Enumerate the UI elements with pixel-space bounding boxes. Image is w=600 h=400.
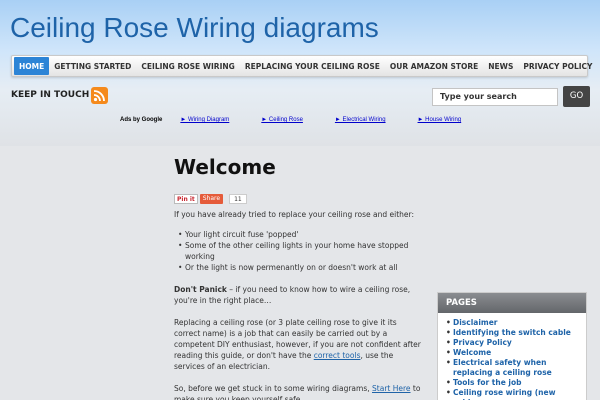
- site-header: Ceiling Rose Wiring diagrams HOME GETTIN…: [0, 0, 600, 146]
- pinit-button[interactable]: Pin it: [174, 193, 198, 204]
- intro-paragraph: If you have already tried to replace you…: [174, 210, 414, 219]
- page-link-welcome[interactable]: Welcome: [446, 348, 580, 358]
- ad-link-electrical-wiring[interactable]: ► Electrical Wiring: [335, 117, 386, 123]
- pages-widget: PAGES Disclaimer Identifying the switch …: [437, 292, 587, 400]
- ad-link-wiring-diagram[interactable]: ► Wiring Diagram: [180, 117, 229, 123]
- page-title: Welcome: [174, 155, 276, 179]
- main-content: Welcome Pin it Share 11 If you have alre…: [174, 152, 424, 400]
- search-input[interactable]: Type your search: [432, 88, 558, 106]
- page-link-electrical-safety[interactable]: Electrical safety when replacing a ceili…: [446, 358, 580, 378]
- nav-item-home[interactable]: HOME: [14, 57, 50, 75]
- page-link-tools-for-the-job[interactable]: Tools for the job: [446, 378, 580, 388]
- page-link-ceiling-rose-wiring-new-cable[interactable]: Ceiling rose wiring (new cable: [446, 388, 580, 400]
- before-paragraph: So, before we get stuck in to some wirin…: [174, 383, 424, 400]
- nav-item-amazon-store[interactable]: OUR AMAZON STORE: [385, 57, 483, 75]
- ad-link-ceiling-rose[interactable]: ► Ceiling Rose: [261, 117, 303, 123]
- replacing-paragraph: Replacing a ceiling rose (or 3 plate cei…: [174, 317, 424, 372]
- nav-item-ceiling-rose-wiring[interactable]: CEILING ROSE WIRING: [136, 57, 239, 75]
- dont-panic-bold: Don't Panick: [174, 285, 227, 294]
- pages-widget-title: PAGES: [438, 293, 586, 313]
- rss-icon[interactable]: [91, 87, 108, 104]
- share-button[interactable]: Share: [199, 193, 224, 204]
- keep-in-touch-label: KEEP IN TOUCH: [11, 90, 90, 100]
- nav-item-getting-started[interactable]: GETTING STARTED: [49, 57, 136, 75]
- nav-item-privacy-policy[interactable]: PRIVACY POLICY: [518, 57, 597, 75]
- nav-item-replacing-ceiling-rose[interactable]: REPLACING YOUR CEILING ROSE: [240, 57, 385, 75]
- problem-list: Your light circuit fuse 'popped' Some of…: [174, 229, 424, 273]
- list-item: Some of the other ceiling lights in your…: [174, 240, 424, 262]
- start-here-link[interactable]: Start Here: [372, 384, 411, 393]
- list-item: Your light circuit fuse 'popped': [174, 229, 424, 240]
- pages-list: Disclaimer Identifying the switch cable …: [438, 313, 586, 400]
- ad-link-house-wiring[interactable]: ► House Wiring: [418, 117, 462, 123]
- nav-item-news[interactable]: NEWS: [483, 57, 518, 75]
- share-row: Pin it Share 11: [174, 193, 424, 204]
- list-item: Or the light is now permenantly on or do…: [174, 262, 424, 273]
- dont-panic-paragraph: Don't Panick – if you need to know how t…: [174, 284, 424, 306]
- page-link-privacy-policy[interactable]: Privacy Policy: [446, 338, 580, 348]
- before-text: So, before we get stuck in to some wirin…: [174, 384, 373, 393]
- main-navigation: HOME GETTING STARTED CEILING ROSE WIRING…: [11, 55, 592, 77]
- site-title[interactable]: Ceiling Rose Wiring diagrams: [10, 12, 379, 44]
- page-link-disclaimer[interactable]: Disclaimer: [446, 318, 580, 328]
- correct-tools-link[interactable]: correct tools: [314, 351, 361, 360]
- page-link-identifying-switch-cable[interactable]: Identifying the switch cable: [446, 328, 580, 338]
- ads-row: Ads by Google ► Wiring Diagram ► Ceiling…: [120, 117, 493, 123]
- ads-by-google-label[interactable]: Ads by Google: [120, 117, 162, 123]
- share-count: 11: [229, 193, 247, 204]
- search-go-button[interactable]: GO: [563, 86, 590, 107]
